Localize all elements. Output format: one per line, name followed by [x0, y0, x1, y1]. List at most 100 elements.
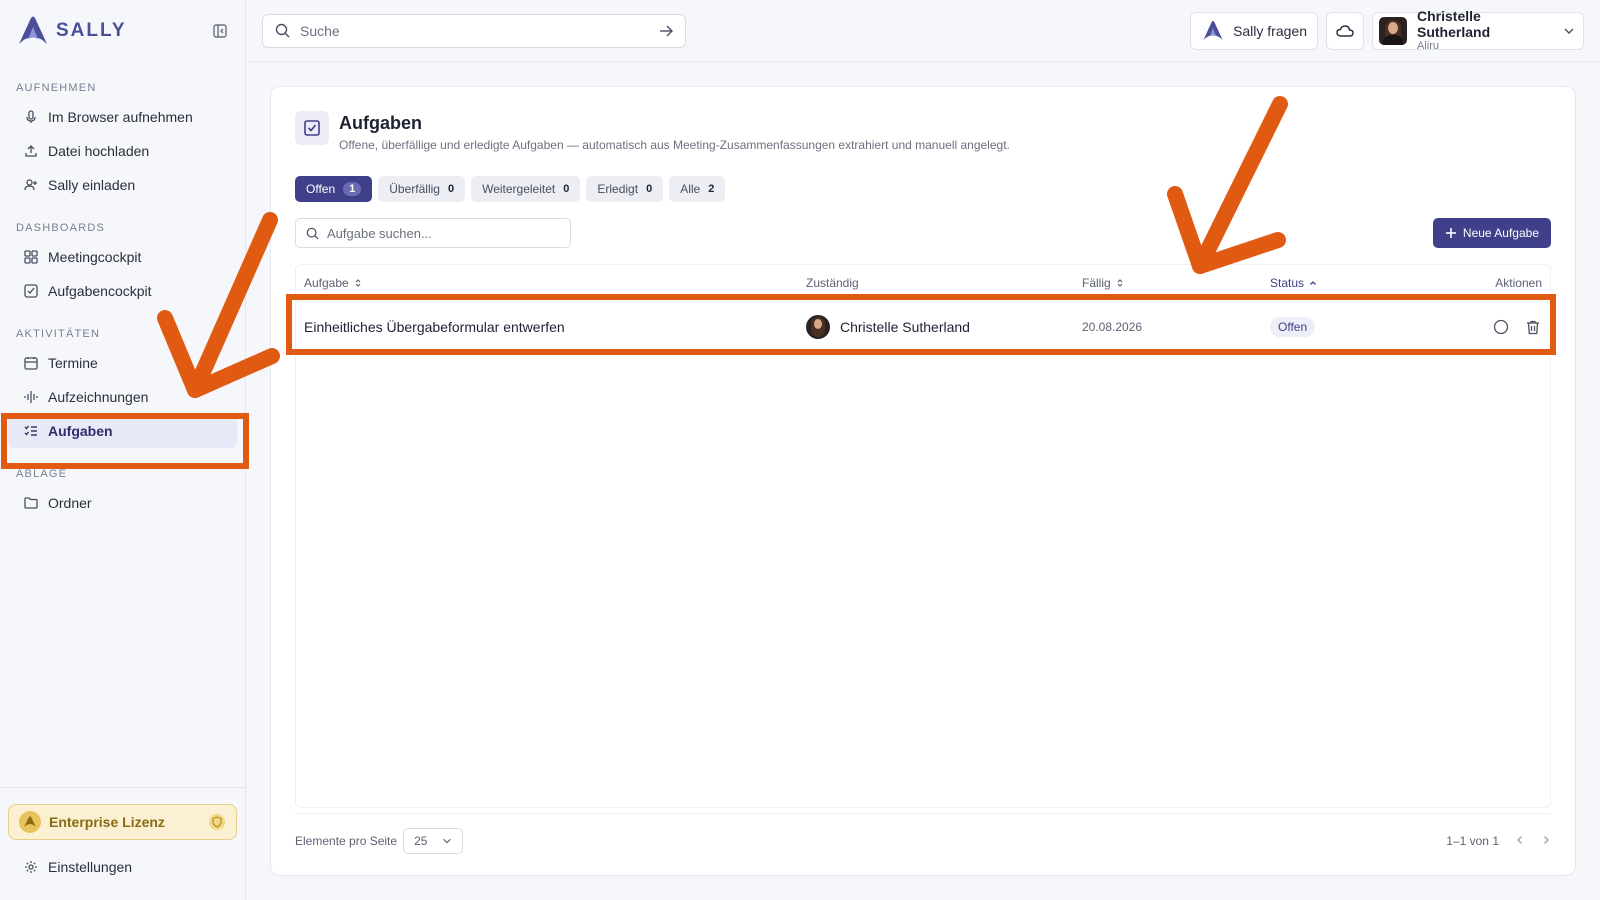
header-due-label: Fällig: [1082, 276, 1111, 290]
next-page-button[interactable]: [1541, 834, 1551, 848]
per-page-select[interactable]: 25: [403, 827, 464, 854]
section-label-ablage: ABLAGE: [16, 468, 68, 480]
sort-icon: [355, 279, 361, 287]
assignee-avatar: [806, 315, 830, 339]
cloud-sync-button[interactable]: [1326, 11, 1364, 50]
gear-icon: [25, 861, 37, 873]
table-header: Aufgabe Zuständig Fällig Status Aktionen: [296, 265, 1550, 301]
header-actions: Aktionen: [1430, 276, 1542, 290]
collapse-sidebar-button[interactable]: [211, 22, 229, 40]
sidebar-item-meetingcockpit[interactable]: Meetingcockpit: [8, 240, 237, 274]
topbar: Sally fragen Christelle Sutherland Aliru: [246, 0, 1600, 62]
prev-page-button[interactable]: [1515, 834, 1525, 848]
tab-label: Erledigt: [597, 182, 639, 196]
delete-task-button[interactable]: [1524, 318, 1542, 336]
license-badge[interactable]: Enterprise Lizenz: [8, 804, 237, 840]
sally-logo-icon: [19, 16, 47, 44]
sidebar-item-aufzeichnungen[interactable]: Aufzeichnungen: [8, 380, 237, 414]
avatar-face: [814, 319, 822, 329]
sidebar-item-browser-record[interactable]: Im Browser aufnehmen: [8, 100, 237, 134]
sidebar-item-ordner[interactable]: Ordner: [8, 486, 237, 520]
settings-link[interactable]: Einstellungen: [8, 850, 237, 884]
content: Aufgaben Offene, überfällige und erledig…: [246, 62, 1600, 900]
logo-row: SALLY: [0, 0, 245, 62]
sidebar-collapse-icon: [213, 24, 227, 38]
checkbox-icon: [24, 284, 38, 298]
header-status[interactable]: Status: [1270, 276, 1430, 290]
tab-count: 0: [447, 183, 455, 195]
chevron-down-icon: [443, 838, 451, 843]
tasks-table: Aufgabe Zuständig Fällig Status Aktionen…: [295, 264, 1551, 808]
page-subtitle: Offene, überfällige und erledigte Aufgab…: [339, 138, 1010, 152]
table-footer: Elemente pro Seite 25 1–1 von 1: [295, 813, 1551, 854]
arrow-right-icon[interactable]: [659, 24, 673, 38]
ask-sally-button[interactable]: Sally fragen: [1190, 11, 1318, 50]
header-task[interactable]: Aufgabe: [304, 276, 806, 290]
sidebar-item-invite[interactable]: Sally einladen: [8, 168, 237, 202]
user-menu-button[interactable]: Christelle Sutherland Aliru: [1372, 8, 1584, 52]
sidebar-item-label: Sally einladen: [48, 177, 136, 193]
shield-icon: [209, 814, 225, 830]
brand-name: SALLY: [56, 20, 127, 41]
sidebar-item-upload[interactable]: Datei hochladen: [8, 134, 237, 168]
pagination: 1–1 von 1: [1446, 834, 1551, 848]
search-icon: [306, 227, 319, 240]
tab-ueberfaellig[interactable]: Überfällig 0: [378, 176, 466, 202]
license-label: Enterprise Lizenz: [49, 814, 165, 830]
tab-weitergeleitet[interactable]: Weitergeleitet 0: [471, 176, 581, 202]
calendar-icon: [24, 357, 38, 370]
new-task-button[interactable]: Neue Aufgabe: [1432, 218, 1551, 248]
global-search[interactable]: [262, 13, 686, 48]
cell-task: Einheitliches Übergabeformular entwerfen: [304, 319, 806, 335]
page-icon: [295, 111, 329, 145]
user-avatar: [1379, 16, 1407, 45]
folder-icon: [24, 497, 38, 509]
sidebar-item-termine[interactable]: Termine: [8, 346, 237, 380]
sally-logo-icon: [1203, 20, 1223, 40]
tab-label: Weitergeleitet: [482, 182, 556, 196]
task-search-input[interactable]: [327, 225, 560, 241]
tab-count: 0: [563, 183, 570, 195]
section-label-aktivitaeten: AKTIVITÄTEN: [16, 328, 101, 340]
circle-icon: [1493, 319, 1509, 335]
tab-alle[interactable]: Alle 2: [669, 176, 726, 202]
sidebar-item-label: Ordner: [48, 495, 92, 511]
page-heading: Aufgaben Offene, überfällige und erledig…: [339, 111, 1010, 152]
tab-count: 0: [646, 183, 653, 195]
license-logo-icon: [19, 811, 41, 833]
sidebar-bottom: Enterprise Lizenz Einstellungen: [0, 787, 245, 900]
status-tabs: Offen 1 Überfällig 0 Weitergeleitet 0 Er…: [295, 176, 1551, 202]
ask-sally-label: Sally fragen: [1233, 22, 1307, 39]
task-name: Einheitliches Übergabeformular entwerfen: [304, 319, 565, 335]
settings-label: Einstellungen: [48, 859, 133, 875]
section-label-aufnehmen: AUFNEHMEN: [16, 82, 97, 94]
user-plus-icon: [24, 179, 37, 191]
app: SALLY AUFNEHMEN Im Browser aufnehmen Dat…: [0, 0, 1600, 900]
tab-offen[interactable]: Offen 1: [295, 176, 373, 202]
header-due[interactable]: Fällig: [1082, 276, 1270, 290]
task-list-icon: [24, 425, 37, 436]
sidebar-item-aufgaben[interactable]: Aufgaben: [8, 414, 237, 448]
table-row[interactable]: Einheitliches Übergabeformular entwerfen…: [296, 301, 1550, 353]
sidebar-item-label: Aufgaben: [48, 423, 113, 439]
main-area: Sally fragen Christelle Sutherland Aliru: [246, 0, 1600, 900]
task-search[interactable]: [295, 218, 571, 248]
tab-count: 1: [343, 182, 362, 196]
global-search-input[interactable]: [300, 22, 649, 39]
section-label-dashboards: DASHBOARDS: [16, 222, 106, 234]
tab-label: Überfällig: [389, 182, 440, 196]
sally-logo[interactable]: SALLY: [16, 15, 127, 47]
complete-task-button[interactable]: [1492, 318, 1510, 336]
sidebar-item-aufgabencockpit[interactable]: Aufgabencockpit: [8, 274, 237, 308]
cell-actions: [1430, 318, 1542, 336]
grid-icon: [24, 250, 38, 264]
tab-count: 2: [708, 183, 715, 195]
sidebar-item-label: Aufzeichnungen: [48, 389, 149, 405]
tab-erledigt[interactable]: Erledigt 0: [586, 176, 664, 202]
trash-icon: [1527, 320, 1539, 334]
sidebar: SALLY AUFNEHMEN Im Browser aufnehmen Dat…: [0, 0, 246, 900]
task-toolbar: Neue Aufgabe: [295, 218, 1551, 248]
per-page-label: Elemente pro Seite: [295, 833, 398, 848]
tasks-card: Aufgaben Offene, überfällige und erledig…: [270, 86, 1576, 876]
header-assignee-label: Zuständig: [806, 276, 859, 290]
